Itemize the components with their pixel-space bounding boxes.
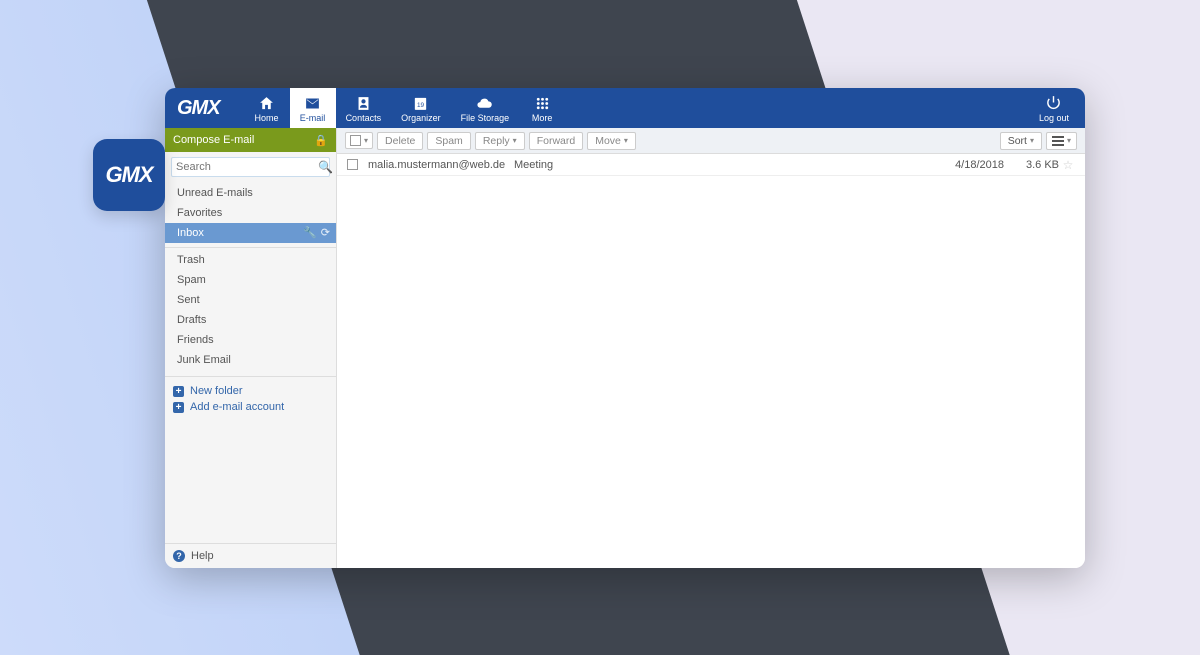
nav-contacts[interactable]: Contacts	[336, 88, 392, 128]
add-account-label: Add e-mail account	[190, 401, 284, 413]
email-window: GMX Home E-mail Contacts	[165, 88, 1085, 568]
search-box[interactable]: 🔍	[171, 157, 330, 177]
svg-text:19: 19	[417, 102, 425, 109]
search-input[interactable]	[176, 161, 318, 173]
toolbar: Delete Spam Reply Forward Move Sort	[337, 128, 1085, 154]
nav-label: Home	[255, 113, 279, 123]
nav-email[interactable]: E-mail	[290, 88, 336, 128]
select-all-dropdown[interactable]	[345, 132, 373, 149]
help-icon: ?	[173, 550, 185, 562]
compose-button[interactable]: Compose E-mail 🔒	[165, 128, 336, 152]
help-button[interactable]: ? Help	[165, 543, 336, 568]
power-icon	[1045, 94, 1062, 113]
message-date: 4/18/2018	[924, 159, 1004, 171]
nav-label: Contacts	[346, 113, 382, 123]
folder-favorites[interactable]: Favorites	[165, 203, 336, 223]
folder-sent[interactable]: Sent	[165, 290, 336, 310]
search-icon[interactable]: 🔍	[318, 160, 333, 174]
forward-button[interactable]: Forward	[529, 132, 584, 150]
message-subject: Meeting	[514, 159, 924, 171]
nav-label: E-mail	[300, 113, 326, 123]
plus-icon: +	[173, 402, 184, 413]
calendar-icon: 19	[412, 95, 429, 112]
folder-tools: 🔧 ⟳	[303, 225, 330, 241]
logout-button[interactable]: Log out	[1023, 94, 1085, 123]
message-from: malia.mustermann@web.de	[368, 159, 514, 171]
move-dropdown[interactable]: Move	[587, 132, 636, 150]
nav-filestorage[interactable]: File Storage	[451, 88, 520, 128]
nav-more[interactable]: More	[519, 88, 565, 128]
nav-label: File Storage	[461, 113, 510, 123]
folder-spam[interactable]: Spam	[165, 270, 336, 290]
app-badge: GMX	[93, 139, 165, 211]
envelope-icon	[304, 95, 321, 112]
window-body: Compose E-mail 🔒 🔍 Unread E-mails Favori…	[165, 128, 1085, 568]
sidebar: Compose E-mail 🔒 🔍 Unread E-mails Favori…	[165, 128, 337, 568]
folder-label: Inbox	[177, 225, 303, 241]
new-folder-button[interactable]: + New folder	[173, 383, 328, 399]
new-folder-label: New folder	[190, 385, 243, 397]
logout-label: Log out	[1039, 113, 1069, 123]
app-badge-label: GMX	[105, 162, 152, 188]
list-view-icon	[1052, 136, 1064, 146]
refresh-icon[interactable]: ⟳	[321, 225, 330, 241]
help-label: Help	[191, 550, 214, 562]
nav-label: Organizer	[401, 113, 441, 123]
message-size: 3.6 KB	[1004, 159, 1059, 171]
main-panel: Delete Spam Reply Forward Move Sort mali…	[337, 128, 1085, 568]
nav-label: More	[532, 113, 553, 123]
message-checkbox[interactable]	[347, 159, 358, 170]
cloud-icon	[476, 95, 493, 112]
plus-icon: +	[173, 386, 184, 397]
nav-home[interactable]: Home	[244, 88, 290, 128]
folder-trash[interactable]: Trash	[165, 250, 336, 270]
folder-list: Unread E-mails Favorites Inbox 🔧 ⟳ Trash…	[165, 181, 336, 372]
lock-icon: 🔒	[314, 134, 328, 147]
nav-organizer[interactable]: 19 Organizer	[391, 88, 451, 128]
wrench-icon[interactable]: 🔧	[303, 225, 317, 241]
sort-dropdown[interactable]: Sort	[1000, 132, 1042, 150]
delete-button[interactable]: Delete	[377, 132, 423, 150]
spam-button[interactable]: Spam	[427, 132, 470, 150]
star-icon[interactable]: ☆	[1059, 158, 1077, 172]
brand-logo: GMX	[165, 97, 244, 120]
home-icon	[258, 95, 275, 112]
folder-junk[interactable]: Junk Email	[165, 350, 336, 370]
checkbox-icon	[350, 135, 361, 146]
folder-drafts[interactable]: Drafts	[165, 310, 336, 330]
nav-items: Home E-mail Contacts 19 Organizer	[244, 88, 566, 128]
sidebar-actions: + New folder + Add e-mail account	[165, 379, 336, 419]
folder-friends[interactable]: Friends	[165, 330, 336, 350]
folder-inbox[interactable]: Inbox 🔧 ⟳	[165, 223, 336, 243]
compose-label: Compose E-mail	[173, 134, 254, 146]
topbar: GMX Home E-mail Contacts	[165, 88, 1085, 128]
reply-dropdown[interactable]: Reply	[475, 132, 525, 150]
view-dropdown[interactable]	[1046, 132, 1077, 150]
contact-icon	[355, 95, 372, 112]
message-row[interactable]: malia.mustermann@web.de Meeting 4/18/201…	[337, 154, 1085, 176]
grid-icon	[534, 95, 551, 112]
add-account-button[interactable]: + Add e-mail account	[173, 399, 328, 415]
folder-unread[interactable]: Unread E-mails	[165, 183, 336, 203]
